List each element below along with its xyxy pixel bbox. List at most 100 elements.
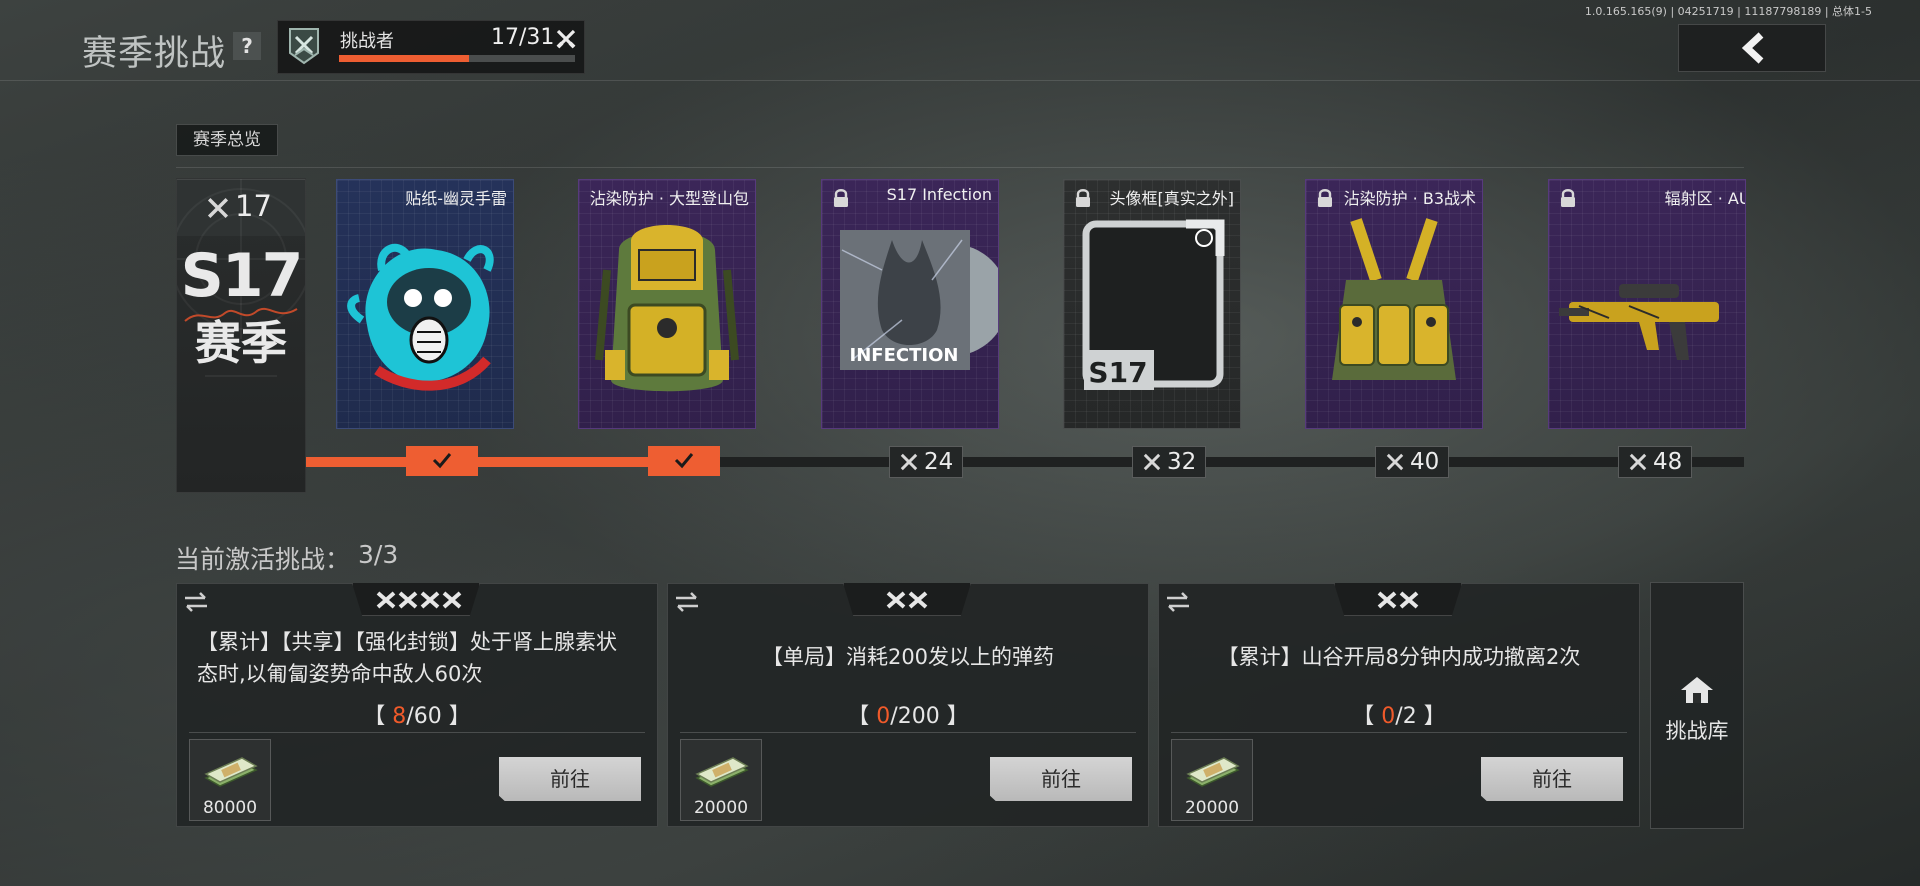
- level-node-40[interactable]: 40: [1375, 446, 1449, 478]
- reward-name: S17 Infection: [886, 185, 992, 204]
- progress-current: 0: [1381, 704, 1396, 729]
- season-word: 赛季: [195, 316, 287, 370]
- reward-name: 贴纸-幽灵手雷: [405, 189, 507, 208]
- ghost-grenade-sticker-icon: [347, 243, 494, 391]
- rank-count: 17/31: [491, 25, 555, 50]
- challenge-library-label: 挑战库: [1665, 719, 1729, 743]
- back-button[interactable]: [1678, 24, 1826, 72]
- lock-icon: [1318, 189, 1332, 207]
- challenge-divider: [1171, 732, 1627, 733]
- reward-card-tactical-vest[interactable]: 沾染防护 · B3战术: [1305, 179, 1483, 429]
- level-node-48[interactable]: 48: [1618, 446, 1692, 478]
- level-number: 24: [924, 449, 954, 475]
- reward-card-aug[interactable]: 辐射区 · AUG: [1548, 179, 1746, 429]
- go-button[interactable]: 前往: [990, 757, 1132, 801]
- aug-rifle-icon: [1559, 284, 1719, 360]
- reward-card-sticker[interactable]: 贴纸-幽灵手雷: [336, 179, 514, 429]
- crossed-swords-icon: [1386, 453, 1404, 471]
- avatar-frame-icon: S17: [1082, 219, 1225, 390]
- challenge-card: 【单局】消耗200发以上的弹药 【 0/200 】 20000 前往: [667, 583, 1149, 827]
- challenge-card: 【累计】山谷开局8分钟内成功撤离2次 【 0/2 】 20000 前往: [1158, 583, 1640, 827]
- challenge-description: 【累计】【共享】【强化封锁】处于肾上腺素状态时,以匍匐姿势命中敌人60次: [197, 630, 617, 686]
- go-button[interactable]: 前往: [499, 757, 641, 801]
- reward-slot[interactable]: 20000: [1171, 739, 1253, 821]
- crossed-swords-icon: [1143, 453, 1161, 471]
- season-level-number: 17: [235, 189, 272, 223]
- cash-stack-icon: [204, 757, 258, 787]
- tab-season-overview[interactable]: 赛季总览: [176, 124, 278, 156]
- progress-current: 8: [392, 704, 407, 729]
- reward-amount: 20000: [1184, 798, 1240, 818]
- infection-record-icon: INFECTION: [840, 230, 998, 370]
- difficulty-tab: [843, 583, 971, 616]
- swap-icon[interactable]: [1165, 592, 1191, 612]
- active-challenges-count: 3/3: [358, 540, 399, 569]
- challenge-divider: [189, 732, 645, 733]
- header-divider: [0, 80, 1920, 81]
- cash-stack-icon: [1186, 757, 1240, 787]
- reward-name: 辐射区 · AUG: [1664, 189, 1745, 208]
- challenge-description: 【单局】消耗200发以上的弹药: [761, 645, 1055, 669]
- backpack-icon: [595, 225, 739, 392]
- season-badge: S17 赛季 17: [176, 178, 306, 493]
- level-number: 40: [1410, 449, 1440, 475]
- page-title: 赛季挑战: [82, 34, 227, 74]
- chevron-left-icon: [1741, 32, 1764, 64]
- progress-total: /2: [1395, 704, 1417, 729]
- level-number: 48: [1653, 449, 1683, 475]
- frame-art-text: S17: [1088, 356, 1147, 389]
- reward-card-backpack[interactable]: 沾染防护 · 大型登山包: [578, 179, 756, 429]
- help-button[interactable]: ?: [233, 32, 261, 60]
- rank-label: 挑战者: [340, 31, 394, 52]
- challenge-progress: 【 0/200 】: [847, 704, 969, 729]
- progress-total: /60: [406, 704, 442, 729]
- challenge-progress: 【 8/60 】: [363, 704, 471, 729]
- difficulty-stars-icon: [1377, 591, 1419, 609]
- reward-name: 沾染防护 · 大型登山包: [589, 189, 749, 208]
- reward-name: 沾染防护 · B3战术: [1343, 189, 1476, 208]
- progress-total: /200: [890, 704, 940, 729]
- overview-divider: [176, 167, 1744, 168]
- swap-icon[interactable]: [674, 592, 700, 612]
- lock-icon: [1076, 189, 1090, 207]
- difficulty-stars-icon: [376, 591, 462, 609]
- swap-icon[interactable]: [183, 592, 209, 612]
- reward-amount: 80000: [202, 798, 258, 818]
- crossed-swords-icon: [207, 197, 229, 219]
- lock-icon: [1561, 189, 1575, 207]
- checkmark-icon: [432, 453, 452, 469]
- cash-stack-icon: [695, 757, 749, 787]
- level-node-claimed[interactable]: [648, 446, 720, 476]
- version-info: 1.0.165.165(9) | 04251719 | 11187798189 …: [1584, 5, 1872, 18]
- challenge-library-button[interactable]: 挑战库: [1650, 582, 1744, 829]
- crossed-swords-icon: [556, 29, 576, 49]
- home-icon: [1681, 677, 1713, 703]
- reward-slot[interactable]: 80000: [189, 739, 271, 821]
- level-number: 32: [1167, 449, 1197, 475]
- record-art-text: INFECTION: [850, 345, 959, 366]
- challenge-progress: 【 0/2 】: [1352, 704, 1446, 729]
- challenge-card: 【累计】【共享】【强化封锁】处于肾上腺素状态时,以匍匐姿势命中敌人60次 【 8…: [176, 583, 658, 827]
- progress-current: 0: [876, 704, 891, 729]
- reward-card-avatar-frame[interactable]: 头像框[真实之外] S17: [1063, 179, 1241, 429]
- rank-panel[interactable]: 挑战者 17/31: [277, 20, 585, 74]
- tactical-vest-icon: [1332, 218, 1456, 380]
- reward-slot[interactable]: 20000: [680, 739, 762, 821]
- challenge-divider: [680, 732, 1136, 733]
- crossed-swords-icon: [1629, 453, 1647, 471]
- reward-card-infection[interactable]: S17 Infection INFECTION: [821, 179, 999, 429]
- season-progress-fill: [306, 457, 662, 467]
- lock-icon: [834, 189, 848, 207]
- crossed-swords-icon: [900, 453, 918, 471]
- level-node-claimed[interactable]: [406, 446, 478, 476]
- level-node-24[interactable]: 24: [889, 446, 963, 478]
- level-node-32[interactable]: 32: [1132, 446, 1206, 478]
- difficulty-stars-icon: [886, 591, 928, 609]
- rank-emblem-icon: [289, 28, 319, 65]
- reward-amount: 20000: [693, 798, 749, 818]
- go-button[interactable]: 前往: [1481, 757, 1623, 801]
- checkmark-icon: [674, 453, 694, 469]
- reward-name: 头像框[真实之外]: [1109, 189, 1235, 208]
- active-challenges-label: 当前激活挑战：: [175, 545, 351, 574]
- difficulty-tab: [352, 583, 480, 616]
